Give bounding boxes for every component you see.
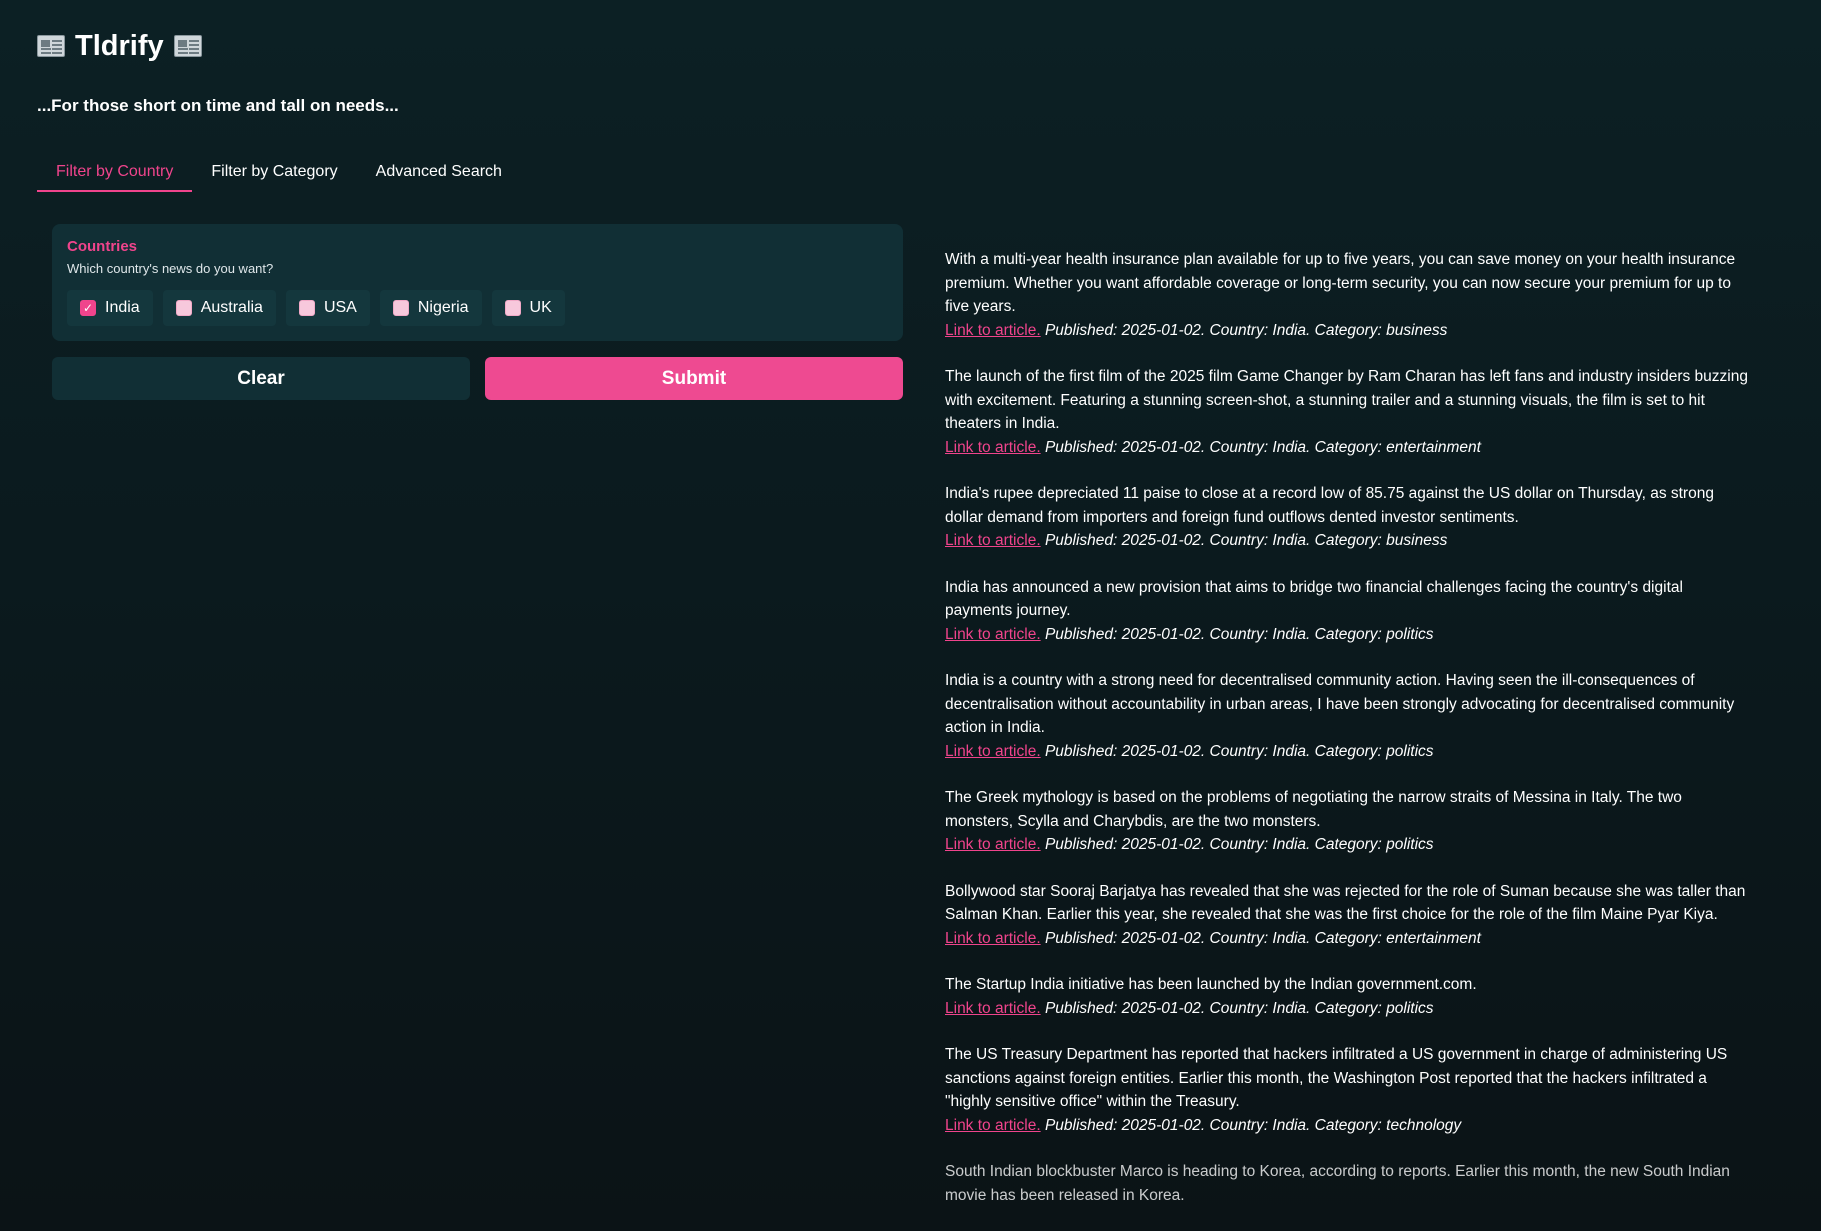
article-summary: The US Treasury Department has reported … bbox=[945, 1046, 1728, 1110]
newspaper-icon bbox=[37, 35, 65, 57]
countries-title: Countries bbox=[67, 238, 138, 255]
checkbox-box[interactable] bbox=[175, 300, 192, 316]
checkbox-label: UK bbox=[529, 299, 552, 316]
article-summary: The launch of the first film of the 2025… bbox=[945, 368, 1748, 432]
article-meta: Published: 2025-01-02. Country: India. C… bbox=[1044, 625, 1434, 643]
checkmark-icon[interactable]: ✓ bbox=[80, 300, 96, 316]
article-summary: The Greek mythology is based on the prob… bbox=[945, 789, 1682, 830]
countries-description: Which country's news do you want? bbox=[67, 261, 274, 276]
article-meta: Published: 2025-01-02. Country: India. C… bbox=[1044, 1116, 1462, 1134]
article-meta: Published: 2025-01-02. Country: India. C… bbox=[1044, 836, 1434, 853]
checkbox-label: Australia bbox=[200, 299, 263, 316]
article-summary: India has announced a new provision that… bbox=[945, 578, 1683, 620]
article-link[interactable]: Link to article. bbox=[945, 930, 1041, 947]
app-title: Tldrify bbox=[37, 26, 202, 66]
submit-button[interactable]: Submit bbox=[485, 357, 903, 400]
article-meta-line: Link to article. Published: 2025-01-02. … bbox=[945, 623, 1750, 647]
checkbox-label: USA bbox=[323, 299, 357, 316]
article-meta-line: Link to article. Published: 2025-01-02. … bbox=[945, 529, 1750, 553]
checkbox-australia[interactable]: Australia bbox=[162, 290, 276, 326]
tab-bar: Filter by Country Filter by Category Adv… bbox=[37, 158, 521, 192]
tab-advanced-search[interactable]: Advanced Search bbox=[357, 158, 521, 190]
article-summary: The Startup India initiative has been la… bbox=[945, 976, 1477, 993]
article-link[interactable]: Link to article. bbox=[945, 626, 1041, 643]
article-meta-line: Link to article. Published: 2025-01-02. … bbox=[945, 1114, 1750, 1138]
article-item: The US Treasury Department has reported … bbox=[945, 1043, 1750, 1137]
article-meta-line: Link to article. Published: 2025-01-02. … bbox=[945, 927, 1750, 951]
checkbox-uk[interactable]: UK bbox=[491, 290, 565, 326]
article-meta: Published: 2025-01-02. Country: India. C… bbox=[1044, 929, 1481, 947]
checkbox-label: Nigeria bbox=[417, 299, 469, 316]
article-summary: Bollywood star Sooraj Barjatya has revea… bbox=[945, 882, 1746, 924]
article-meta-line: Link to article. Published: 2025-01-02. … bbox=[945, 997, 1750, 1021]
article-meta: Published: 2025-01-02. Country: India. C… bbox=[1044, 321, 1448, 339]
clear-button[interactable]: Clear bbox=[52, 357, 470, 400]
article-meta: Published: 2025-01-02. Country: India. C… bbox=[1044, 999, 1434, 1017]
article-link[interactable]: Link to article. bbox=[945, 532, 1041, 549]
article-link[interactable]: Link to article. bbox=[945, 1117, 1041, 1134]
app-title-text: Tldrify bbox=[75, 29, 164, 62]
checkbox-india[interactable]: ✓ India bbox=[67, 290, 153, 326]
article-item: With a multi-year health insurance plan … bbox=[945, 248, 1750, 342]
article-meta-line: Link to article. Published: 2025-01-02. … bbox=[945, 740, 1750, 764]
checkbox-box[interactable] bbox=[504, 300, 521, 316]
article-meta-line: Link to article. Published: 2025-01-02. … bbox=[945, 319, 1750, 343]
article-meta: Published: 2025-01-02. Country: India. C… bbox=[1044, 742, 1434, 760]
article-link[interactable]: Link to article. bbox=[945, 439, 1041, 456]
article-link[interactable]: Link to article. bbox=[945, 743, 1041, 760]
tab-filter-by-category[interactable]: Filter by Category bbox=[192, 158, 356, 190]
article-summary: India's rupee depreciated 11 paise to cl… bbox=[945, 485, 1714, 526]
checkbox-nigeria[interactable]: Nigeria bbox=[379, 290, 482, 326]
article-meta-line: Link to article. Published: 2025-01-02. … bbox=[945, 833, 1750, 857]
country-checkbox-group: ✓ India Australia USA Nigeria UK bbox=[67, 290, 888, 326]
article-link[interactable]: Link to article. bbox=[945, 1000, 1041, 1017]
checkbox-label: India bbox=[105, 299, 140, 316]
article-item: The Greek mythology is based on the prob… bbox=[945, 786, 1750, 857]
article-item: The Startup India initiative has been la… bbox=[945, 973, 1750, 1020]
article-item: India has announced a new provision that… bbox=[945, 576, 1750, 647]
article-summary: India is a country with a strong need fo… bbox=[945, 672, 1735, 736]
article-link[interactable]: Link to article. bbox=[945, 836, 1041, 853]
checkbox-box[interactable] bbox=[392, 300, 409, 316]
article-link[interactable]: Link to article. bbox=[945, 322, 1041, 339]
app-subtitle: ...For those short on time and tall on n… bbox=[37, 96, 399, 115]
article-summary: South Indian blockbuster Marco is headin… bbox=[945, 1163, 1730, 1204]
article-item: South Indian blockbuster Marco is headin… bbox=[945, 1160, 1750, 1207]
article-item: Bollywood star Sooraj Barjatya has revea… bbox=[945, 880, 1750, 951]
newspaper-icon bbox=[173, 35, 202, 57]
article-meta: Published: 2025-01-02. Country: India. C… bbox=[1044, 438, 1481, 456]
article-item: India's rupee depreciated 11 paise to cl… bbox=[945, 482, 1750, 553]
checkbox-usa[interactable]: USA bbox=[285, 290, 370, 326]
article-item: India is a country with a strong need fo… bbox=[945, 669, 1750, 763]
article-summary: With a multi-year health insurance plan … bbox=[945, 251, 1736, 315]
tab-filter-by-country[interactable]: Filter by Country bbox=[37, 158, 193, 192]
article-item: The launch of the first film of the 2025… bbox=[945, 365, 1750, 459]
results-list: With a multi-year health insurance plan … bbox=[945, 248, 1750, 1230]
checkbox-box[interactable] bbox=[298, 300, 315, 316]
article-meta-line: Link to article. Published: 2025-01-02. … bbox=[945, 436, 1750, 460]
article-meta: Published: 2025-01-02. Country: India. C… bbox=[1044, 532, 1448, 549]
countries-panel: Countries Which country's news do you wa… bbox=[52, 224, 903, 341]
